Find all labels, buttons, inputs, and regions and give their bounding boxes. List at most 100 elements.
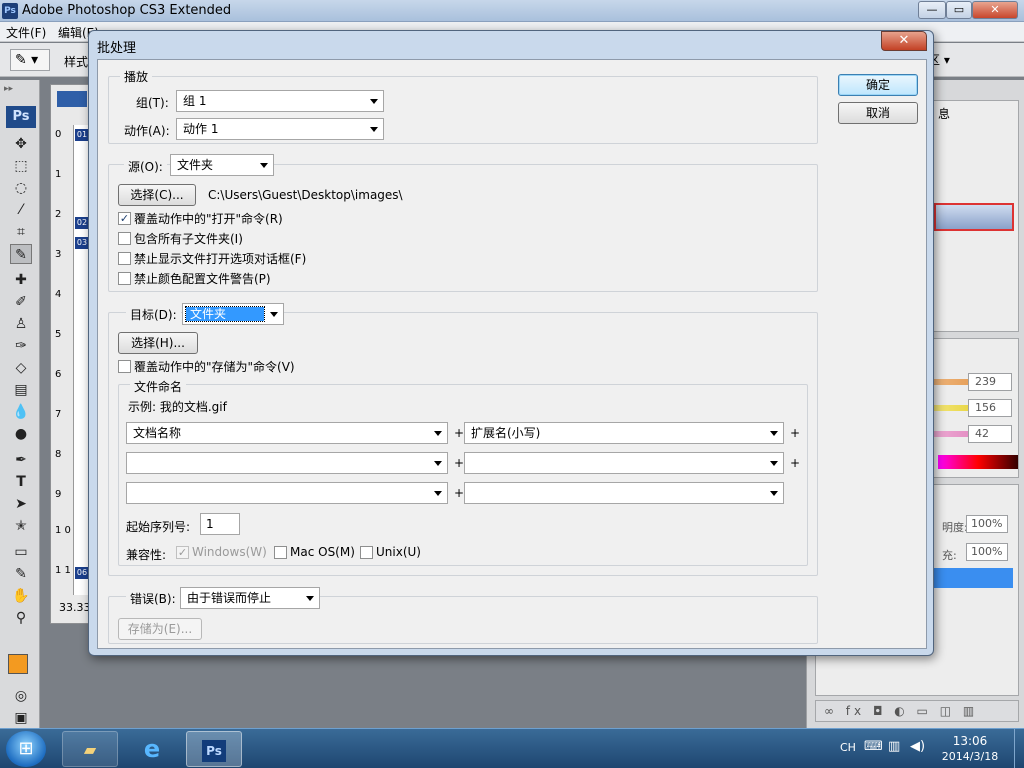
lasso-tool-icon[interactable]: ◌ [10, 178, 32, 198]
type-tool-icon[interactable]: T [10, 472, 32, 492]
zoom-level[interactable]: 33.33 [59, 601, 91, 614]
naming-field-2[interactable]: 扩展名(小写) [464, 422, 784, 444]
dialog-close-icon[interactable]: ✕ [881, 31, 927, 51]
layers-panel-footer[interactable]: ∞ fx ◘ ◐ ▭ ◫ ▥ [815, 700, 1019, 722]
errors-value: 由于错误而停止 [187, 591, 272, 605]
maximize-button[interactable]: ▭ [946, 1, 972, 19]
selected-layer-row[interactable] [931, 568, 1013, 588]
close-window-button[interactable]: ✕ [972, 1, 1018, 19]
fill-input[interactable]: 100% [966, 543, 1008, 561]
show-desktop-button[interactable] [1014, 729, 1024, 768]
taskbar: ⊞ ▰ e Ps CH ⌨ ▥ ◀) 13:06 2014/3/18 [0, 728, 1024, 768]
ruler-number: 9 [55, 489, 62, 500]
cancel-button[interactable]: 取消 [838, 102, 918, 124]
ruler-number: 5 [55, 329, 62, 340]
shape-tool-icon[interactable]: ✭ [10, 516, 32, 536]
navigator-thumbnail[interactable] [934, 203, 1014, 231]
network-icon[interactable]: ▥ [888, 739, 900, 754]
chevron-down-icon [260, 163, 268, 168]
hand-tool-icon[interactable]: ✋ [10, 586, 32, 606]
destination-value: 文件夹 [185, 306, 265, 322]
suppress-open-dialogs-checkbox[interactable] [118, 252, 131, 265]
minimize-button[interactable]: — [918, 1, 946, 19]
gradient-tool-icon[interactable]: ▤ [10, 380, 32, 400]
chevron-down-icon [370, 127, 378, 132]
serial-input[interactable]: 1 [200, 513, 240, 535]
internet-explorer-taskbar-icon[interactable]: e [124, 731, 180, 767]
color-ramp[interactable] [938, 455, 1018, 469]
override-open-checkbox[interactable]: ✓ [118, 212, 131, 225]
foreground-color-swatch[interactable] [8, 654, 28, 674]
healing-brush-tool-icon[interactable]: ✚ [10, 270, 32, 290]
style-label: 样式 [64, 55, 89, 69]
naming-field-2-value: 扩展名(小写) [471, 426, 541, 440]
clone-stamp-tool-icon[interactable]: ♙ [10, 314, 32, 334]
notes-tool-icon[interactable]: ▭ [10, 542, 32, 562]
track-mark: 03 [75, 237, 89, 249]
eyedropper-tool-icon[interactable]: ✎ [10, 244, 32, 264]
red-value[interactable]: 239 [968, 373, 1012, 391]
explorer-taskbar-icon[interactable]: ▰ [62, 731, 118, 767]
include-subfolders-checkbox[interactable] [118, 232, 131, 245]
marquee-tool-icon[interactable]: ⬚ [10, 156, 32, 176]
ruler-number: 8 [55, 449, 62, 460]
system-clock[interactable]: 13:06 2014/3/18 [930, 733, 1010, 765]
set-value: 组 1 [183, 94, 207, 108]
source-select[interactable]: 文件夹 [170, 154, 274, 176]
eraser-tool-icon[interactable]: ◇ [10, 358, 32, 378]
naming-field-4[interactable] [464, 452, 784, 474]
green-value[interactable]: 156 [968, 399, 1012, 417]
brush-tool-icon[interactable]: ✐ [10, 292, 32, 312]
compat-unix-checkbox[interactable] [360, 546, 373, 559]
compat-unix-label: Unix(U) [376, 545, 421, 559]
windows-start-icon[interactable]: ⊞ [6, 731, 46, 767]
action-select[interactable]: 动作 1 [176, 118, 384, 140]
ok-button[interactable]: 确定 [838, 74, 918, 96]
panel-tab[interactable]: 息 [938, 105, 950, 122]
blue-value[interactable]: 42 [968, 425, 1012, 443]
source-choose-button[interactable]: 选择(C)... [118, 184, 196, 206]
eyedropper-icon: ✎ [15, 52, 27, 68]
language-indicator[interactable]: CH [840, 741, 856, 754]
keyboard-icon[interactable]: ⌨ [864, 739, 883, 754]
compat-mac-label: Mac OS(M) [290, 545, 355, 559]
ruler-number: 1 [55, 169, 62, 180]
chevron-down-icon [370, 99, 378, 104]
magic-wand-tool-icon[interactable]: ⁄ [10, 200, 32, 220]
naming-field-3[interactable] [126, 452, 448, 474]
plus-sign: + [454, 486, 465, 500]
dialog-body: 播放 组(T): 组 1 动作(A): 动作 1 源(O): 文件夹 选择(C)… [97, 59, 927, 649]
photoshop-taskbar-button[interactable]: Ps [186, 731, 242, 767]
naming-field-5[interactable] [126, 482, 448, 504]
menu-file[interactable]: 文件(F) [6, 24, 46, 41]
volume-icon[interactable]: ◀) [910, 739, 925, 754]
destination-select[interactable]: 文件夹 [182, 303, 284, 325]
zoom-tool-icon[interactable]: ⚲ [10, 608, 32, 628]
eyedropper2-tool-icon[interactable]: ✎ [10, 564, 32, 584]
dialog-title: 批处理 [97, 41, 137, 56]
naming-field-6[interactable] [464, 482, 784, 504]
history-brush-tool-icon[interactable]: ✑ [10, 336, 32, 356]
path-selection-tool-icon[interactable]: ➤ [10, 494, 32, 514]
set-select[interactable]: 组 1 [176, 90, 384, 112]
destination-choose-button[interactable]: 选择(H)... [118, 332, 198, 354]
compat-mac-checkbox[interactable] [274, 546, 287, 559]
toolbox-ps-badge: Ps [6, 106, 36, 128]
override-save-as-checkbox[interactable] [118, 360, 131, 373]
chevron-down-icon [270, 312, 278, 317]
errors-select[interactable]: 由于错误而停止 [180, 587, 320, 609]
plus-sign: + [790, 456, 801, 470]
quick-mask-icon[interactable]: ◎ [10, 686, 32, 706]
screen-mode-icon[interactable]: ▣ [10, 708, 32, 728]
suppress-color-warnings-checkbox[interactable] [118, 272, 131, 285]
crop-tool-icon[interactable]: ⌗ [10, 222, 32, 242]
pen-tool-icon[interactable]: ✒ [10, 450, 32, 470]
tool-preset-picker[interactable]: ✎ ▾ [10, 49, 50, 71]
override-open-label: 覆盖动作中的"打开"命令(R) [134, 212, 283, 226]
opacity-input[interactable]: 100% [966, 515, 1008, 533]
blur-tool-icon[interactable]: 💧 [10, 402, 32, 422]
document-tab[interactable] [57, 91, 87, 107]
dodge-tool-icon[interactable]: ● [10, 424, 32, 444]
move-tool-icon[interactable]: ✥ [10, 134, 32, 154]
naming-field-1[interactable]: 文档名称 [126, 422, 448, 444]
